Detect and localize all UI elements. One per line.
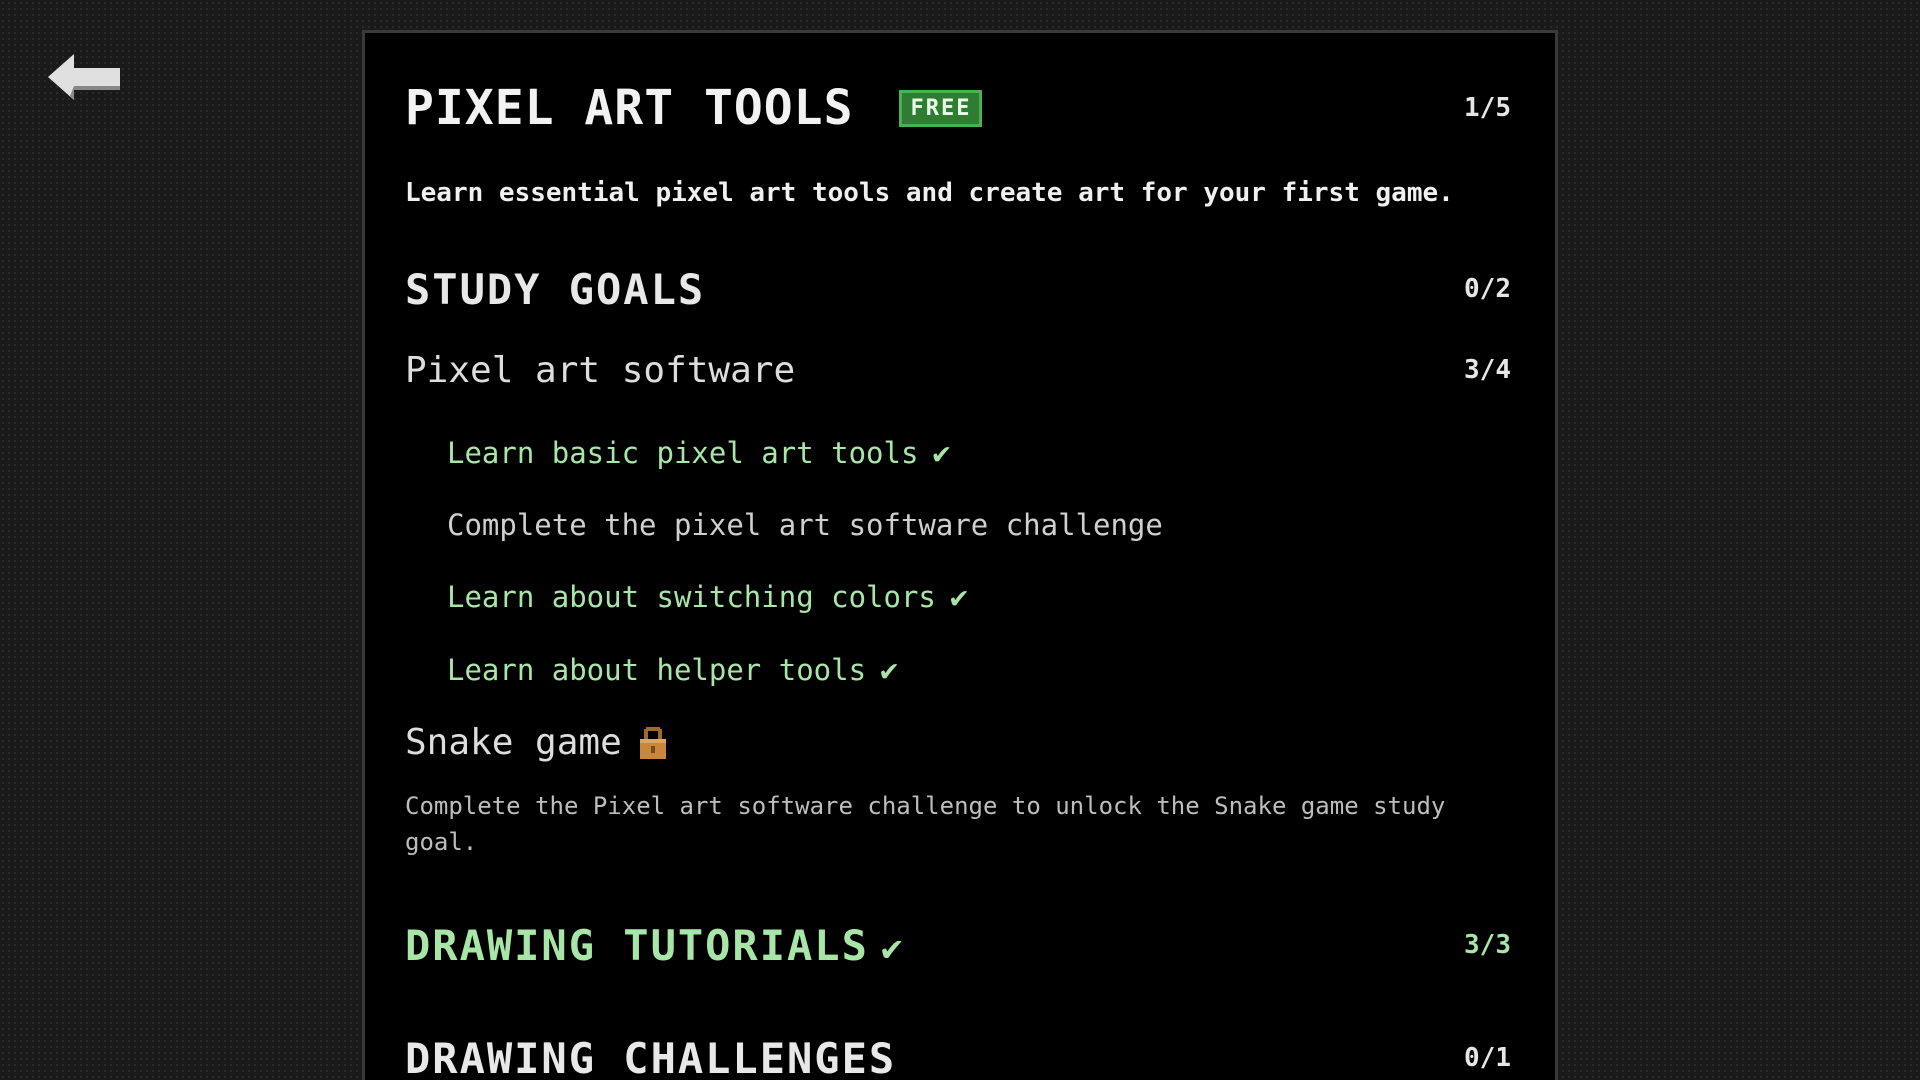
section-progress: 0/1 [1464,1043,1511,1073]
check-icon: ✔ [949,579,968,615]
section-drawing-challenges[interactable]: DRAWING CHALLENGES 0/1 [405,1030,1511,1080]
task-item[interactable]: Learn basic pixel art tools ✔ [447,433,1511,473]
check-icon: ✔ [932,435,951,471]
goal-snake-game[interactable]: Snake game [405,717,1511,767]
section-title: DRAWING CHALLENGES [405,1033,897,1080]
course-title: PIXEL ART TOOLS [405,80,854,136]
back-button[interactable] [48,50,120,104]
course-header: PIXEL ART TOOLS FREE 1/5 [405,73,1511,143]
section-progress: 3/3 [1464,930,1511,960]
goal-progress: 3/4 [1464,355,1511,385]
course-panel: PIXEL ART TOOLS FREE 1/5 Learn essential… [362,30,1558,1080]
task-label: Learn about switching colors [447,580,936,614]
task-item[interactable]: Complete the pixel art software challeng… [447,505,1511,545]
task-item[interactable]: Learn about helper tools ✔ [447,650,1511,690]
task-label: Learn basic pixel art tools [447,436,919,470]
section-title: STUDY GOALS [405,264,706,314]
section-drawing-tutorials[interactable]: DRAWING TUTORIALS ✔ 3/3 [405,917,1511,973]
section-title: DRAWING TUTORIALS [405,920,869,970]
check-icon: ✔ [880,652,899,688]
course-progress: 1/5 [1464,93,1511,123]
section-study-goals[interactable]: STUDY GOALS 0/2 [405,261,1511,317]
free-badge: FREE [899,89,983,127]
task-label: Learn about helper tools [447,653,867,687]
goal-title: Pixel art software [405,349,796,391]
lock-message: Complete the Pixel art software challeng… [405,792,1446,856]
section-progress: 0/2 [1464,274,1511,304]
task-item[interactable]: Learn about switching colors ✔ [447,577,1511,617]
goal-pixel-art-software[interactable]: Pixel art software 3/4 [405,345,1511,395]
arrow-left-icon [48,54,120,100]
course-description: Learn essential pixel art tools and crea… [405,178,1454,208]
task-label: Complete the pixel art software challeng… [447,508,1163,542]
lock-icon [639,725,666,759]
check-icon: ✔ [880,927,905,969]
goal-title: Snake game [405,721,622,763]
